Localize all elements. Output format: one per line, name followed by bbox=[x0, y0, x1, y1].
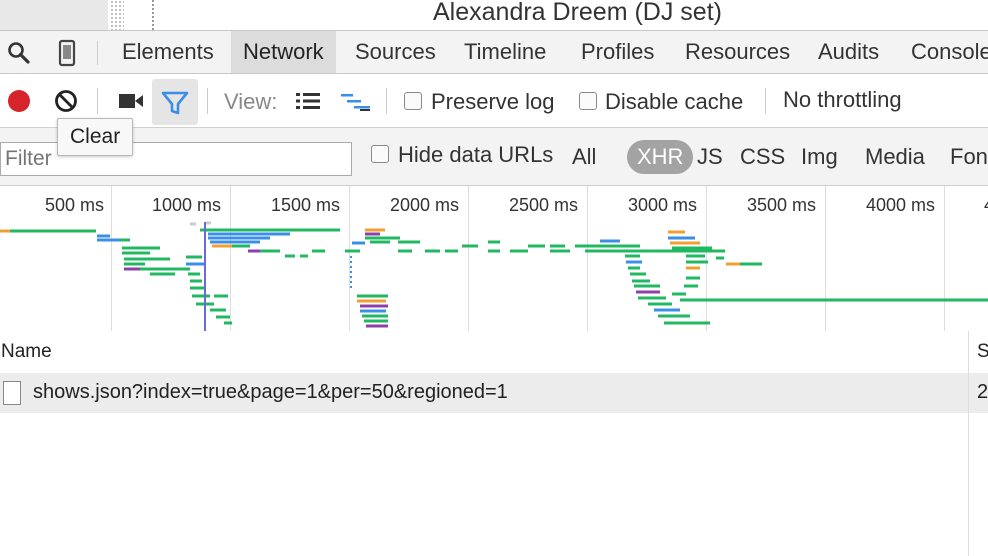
clear-icon[interactable] bbox=[54, 89, 78, 113]
tabs-separator bbox=[97, 41, 98, 65]
tab-profiles[interactable]: Profiles bbox=[581, 31, 654, 73]
type-filter-all[interactable]: All bbox=[572, 140, 596, 174]
type-filter-media[interactable]: Media bbox=[865, 140, 925, 174]
tab-resources[interactable]: Resources bbox=[685, 31, 790, 73]
type-filter-font[interactable]: Font bbox=[950, 140, 988, 174]
devtools-tabs-bar: Elements Network Sources Timeline Profil… bbox=[0, 30, 988, 74]
tab-sources[interactable]: Sources bbox=[355, 31, 436, 73]
tab-network[interactable]: Network bbox=[231, 31, 336, 73]
device-mode-icon[interactable] bbox=[58, 39, 78, 67]
record-icon[interactable] bbox=[7, 89, 31, 113]
tab-elements[interactable]: Elements bbox=[122, 31, 214, 73]
preserve-log-checkbox[interactable] bbox=[404, 92, 422, 110]
table-row[interactable]: shows.json?index=true&page=1&per=50&regi… bbox=[0, 373, 988, 413]
page-strip: Alexandra Dreem (DJ set) bbox=[0, 0, 988, 30]
column-header-name[interactable]: Name bbox=[1, 341, 52, 363]
controls-separator bbox=[765, 88, 766, 114]
controls-separator bbox=[207, 88, 208, 114]
request-name[interactable]: shows.json?index=true&page=1&per=50&regi… bbox=[33, 381, 508, 404]
column-separator[interactable] bbox=[968, 331, 969, 373]
hide-data-urls-label[interactable]: Hide data URLs bbox=[398, 142, 553, 168]
filter-bar: Hide data URLs All XHR JS CSS Img Media … bbox=[0, 128, 988, 186]
network-controls-bar: View: Preserve log Disable cache No thro… bbox=[0, 74, 988, 128]
controls-separator bbox=[386, 88, 387, 114]
type-filter-js[interactable]: JS bbox=[697, 140, 723, 174]
file-icon bbox=[3, 381, 21, 405]
type-filter-css[interactable]: CSS bbox=[740, 140, 785, 174]
column-separator bbox=[968, 413, 969, 556]
filter-input[interactable] bbox=[0, 142, 352, 176]
page-grey-block bbox=[0, 0, 108, 30]
filter-icon[interactable] bbox=[152, 79, 198, 125]
timeline-overview[interactable]: 500 ms 1000 ms 1500 ms 2000 ms 2500 ms 3… bbox=[0, 186, 988, 332]
hide-data-urls-checkbox[interactable] bbox=[371, 145, 389, 163]
controls-separator bbox=[97, 88, 98, 114]
requests-table-header: Name S bbox=[0, 331, 988, 374]
throttling-select[interactable]: No throttling bbox=[783, 87, 902, 113]
timeline-waterfall bbox=[0, 221, 988, 331]
video-camera-icon[interactable] bbox=[118, 91, 144, 111]
preserve-log-label[interactable]: Preserve log bbox=[431, 89, 555, 115]
type-filter-img[interactable]: Img bbox=[801, 140, 838, 174]
type-filter-xhr[interactable]: XHR bbox=[627, 140, 694, 174]
search-icon[interactable] bbox=[7, 41, 31, 65]
page-dotted-line bbox=[152, 0, 154, 30]
column-separator bbox=[968, 373, 969, 413]
clear-tooltip: Clear bbox=[57, 118, 134, 156]
page-dots bbox=[110, 0, 124, 30]
view-label: View: bbox=[224, 89, 278, 114]
column-header-status[interactable]: S bbox=[977, 341, 988, 363]
request-status: 2 bbox=[977, 381, 988, 403]
tab-console[interactable]: Console bbox=[911, 31, 988, 73]
tab-timeline[interactable]: Timeline bbox=[464, 31, 546, 73]
large-rows-icon[interactable] bbox=[295, 91, 321, 111]
page-title: Alexandra Dreem (DJ set) bbox=[433, 0, 722, 26]
overview-icon[interactable] bbox=[340, 92, 372, 112]
tab-audits[interactable]: Audits bbox=[818, 31, 879, 73]
disable-cache-label[interactable]: Disable cache bbox=[605, 89, 743, 115]
disable-cache-checkbox[interactable] bbox=[579, 92, 597, 110]
